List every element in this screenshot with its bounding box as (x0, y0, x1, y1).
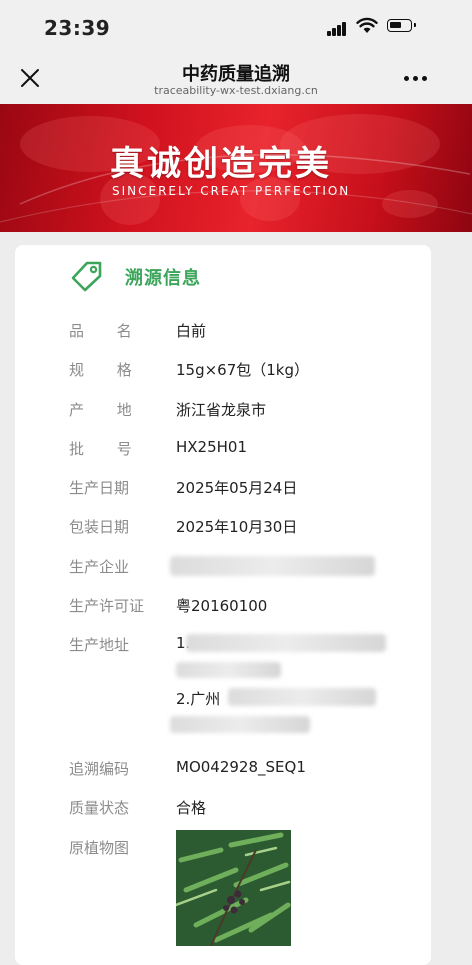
battery-icon (387, 19, 416, 32)
label-license: 生产许可证 (69, 597, 145, 615)
page-url: traceability-wx-test.dxiang.cn (154, 84, 318, 97)
label-quality-status: 质量状态 (69, 799, 130, 817)
info-row-origin: 产 地 浙江省龙泉市 (0, 399, 472, 423)
redacted-manufacturer (170, 556, 375, 576)
status-bar: 23:39 (0, 0, 472, 52)
value-origin: 浙江省龙泉市 (176, 401, 267, 419)
section-title: 溯源信息 (125, 268, 201, 289)
info-row-license: 生产许可证 粤20160100 (0, 595, 472, 619)
signal-icon (327, 22, 349, 36)
label-batch: 批 号 (69, 440, 146, 458)
label-address: 生产地址 (69, 636, 130, 654)
hero-banner: 真诚创造完美 SINCERELY CREAT PERFECTION (0, 104, 472, 232)
value-quality-status: 合格 (176, 799, 207, 817)
value-product-name: 白前 (176, 322, 207, 340)
value-batch: HX25H01 (176, 438, 248, 456)
info-row-product-name: 品 名 白前 (0, 320, 472, 344)
label-manufacturer: 生产企业 (69, 558, 130, 576)
page-title: 中药质量追溯 (182, 64, 290, 85)
value-spec: 15g×67包（1kg） (176, 361, 310, 379)
info-row-production-date: 生产日期 2025年05月24日 (0, 477, 472, 501)
info-row-packaging-date: 包装日期 2025年10月30日 (0, 516, 472, 540)
status-time: 23:39 (44, 16, 111, 40)
redacted-address-line2 (228, 688, 376, 706)
info-row-quality-status: 质量状态 合格 (0, 797, 472, 821)
banner-heading: 真诚创造完美 (110, 144, 332, 184)
banner-subheading: SINCERELY CREAT PERFECTION (112, 184, 351, 198)
value-address-line2-prefix: 2.广州 (176, 690, 221, 708)
more-options-icon[interactable] (402, 74, 430, 82)
label-product-name: 品 名 (69, 322, 146, 340)
value-packaging-date: 2025年10月30日 (176, 518, 298, 536)
redacted-address-line1 (186, 634, 386, 652)
wifi-icon (356, 17, 378, 33)
label-spec: 规 格 (69, 361, 146, 379)
redacted-address-line2b (170, 716, 310, 733)
info-row-batch: 批 号 HX25H01 (0, 438, 472, 462)
value-license: 粤20160100 (176, 597, 268, 615)
value-trace-code: MO042928_SEQ1 (176, 758, 306, 776)
plant-image[interactable] (176, 830, 291, 946)
label-trace-code: 追溯编码 (69, 760, 130, 778)
label-production-date: 生产日期 (69, 479, 130, 497)
nav-bar: 中药质量追溯 traceability-wx-test.dxiang.cn (0, 52, 472, 104)
label-packaging-date: 包装日期 (69, 518, 130, 536)
label-plant-image: 原植物图 (69, 839, 130, 857)
value-production-date: 2025年05月24日 (176, 479, 298, 497)
label-origin: 产 地 (69, 401, 146, 419)
info-row-trace-code: 追溯编码 MO042928_SEQ1 (0, 758, 472, 782)
tag-icon (71, 261, 102, 292)
redacted-address-line1b (176, 662, 281, 678)
info-row-spec: 规 格 15g×67包（1kg） (0, 359, 472, 383)
